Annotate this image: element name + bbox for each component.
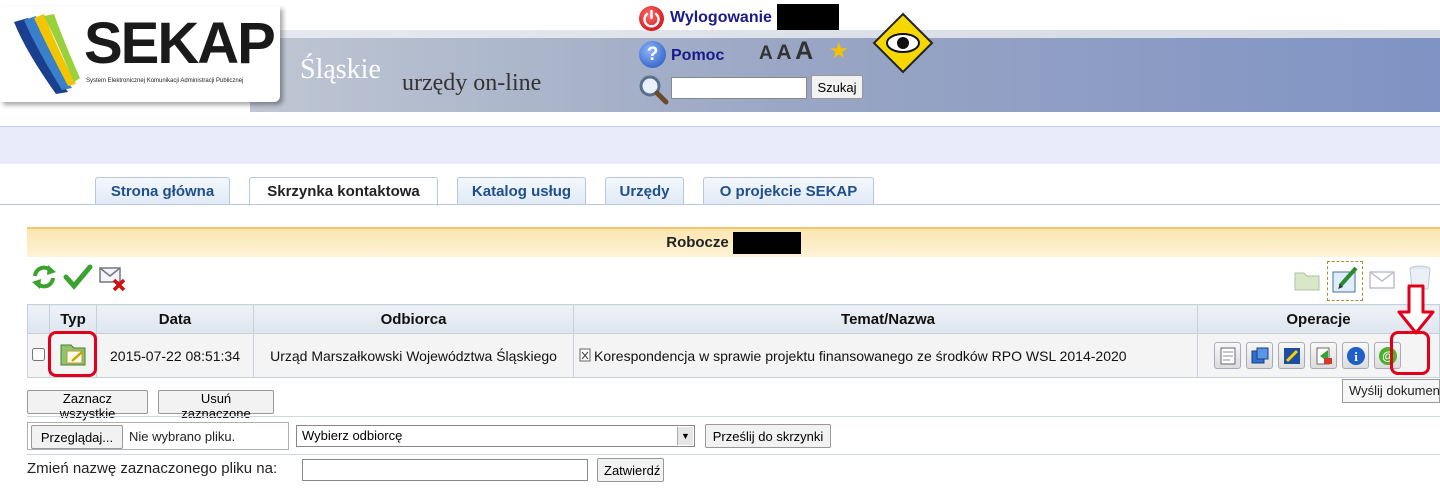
table-row[interactable]: 2015-07-22 08:51:34 Urząd Marszałkowski …	[27, 333, 1440, 378]
row-date: 2015-07-22 08:51:34	[96, 333, 254, 378]
file-icon	[579, 348, 591, 361]
divider	[27, 454, 1440, 455]
file-status: Nie wybrano pliku.	[129, 429, 236, 444]
sekap-logo[interactable]: SEKAP System Elektronicznej Komunikacji …	[0, 6, 280, 102]
type-icon-highlight	[48, 331, 97, 377]
tab-home[interactable]: Strona główna	[95, 177, 230, 205]
windows-icon	[1251, 347, 1269, 364]
preview-icon	[1220, 347, 1236, 365]
logo-subtitle: System Elektronicznej Komunikacji Admini…	[86, 78, 244, 84]
rename-label: Zmień nazwę zaznaczonego pliku na:	[27, 460, 278, 477]
font-size-medium-button[interactable]: A	[776, 41, 791, 64]
logo-text: SEKAP	[84, 11, 276, 76]
nav-strip	[0, 126, 1440, 164]
divider	[27, 416, 1440, 417]
recipient-select[interactable]: Wybierz odbiorcę ▼	[296, 425, 695, 447]
recipient-select-value: Wybierz odbiorcę	[302, 428, 403, 443]
folder-title: Robocze	[666, 234, 729, 251]
arrow-down-icon	[1397, 284, 1435, 335]
edit-document-button[interactable]	[1327, 261, 1363, 301]
header-type[interactable]: Typ	[49, 304, 97, 334]
logo-mark-icon	[14, 14, 80, 94]
edit-document-icon	[1332, 266, 1358, 293]
browse-button[interactable]: Przeglądaj...	[31, 425, 123, 449]
star-icon[interactable]: ★	[829, 38, 849, 64]
row-checkbox-cell	[27, 333, 50, 378]
font-size-small-button[interactable]: A	[759, 43, 773, 64]
svg-text:i: i	[1354, 349, 1358, 364]
header-recipient[interactable]: Odbiorca	[253, 304, 574, 334]
font-size-controls: A A A	[759, 37, 813, 66]
info-icon: i	[1347, 347, 1365, 365]
power-icon[interactable]	[639, 6, 664, 31]
sign-button[interactable]	[1278, 342, 1305, 369]
forward-button[interactable]	[1310, 342, 1337, 369]
page-header: SEKAP System Elektronicznej Komunikacji …	[0, 0, 1440, 126]
send-button-highlight	[1390, 331, 1430, 375]
confirm-button[interactable]: Zatwierdź	[597, 458, 664, 482]
tab-offices[interactable]: Urzędy	[605, 177, 684, 205]
send-document-tooltip: Wyślij dokument	[1342, 379, 1440, 403]
brand-tagline: urzędy on-line	[402, 70, 542, 96]
tab-contact-box[interactable]: Skrzynka kontaktowa	[249, 177, 438, 206]
redacted-username	[732, 232, 801, 255]
help-icon[interactable]: ?	[639, 41, 666, 68]
envelope-icon[interactable]	[1367, 264, 1397, 294]
upload-to-box-button[interactable]: Prześlij do skrzynki	[705, 424, 831, 448]
tab-about-sekap[interactable]: O projekcie SEKAP	[703, 177, 874, 205]
redacted-username	[777, 4, 839, 30]
chevron-down-icon[interactable]: ▼	[677, 427, 693, 445]
documents-table: Typ Data Odbiorca Temat/Nazwa Operacje 2…	[27, 304, 1440, 378]
row-subject-cell[interactable]: Korespondencja w sprawie projektu finans…	[573, 333, 1198, 378]
logout-link[interactable]: Wylogowanie	[670, 9, 772, 27]
select-all-button[interactable]: Zaznacz wszystkie	[27, 390, 148, 421]
table-header-row: Typ Data Odbiorca Temat/Nazwa Operacje	[27, 304, 1440, 334]
search-input[interactable]	[671, 77, 807, 99]
high-contrast-icon[interactable]	[872, 12, 934, 74]
folder-title-bar: Robocze	[27, 229, 1440, 257]
sign-icon	[1284, 348, 1300, 364]
windows-button[interactable]	[1246, 342, 1273, 369]
row-subject[interactable]: Korespondencja w sprawie projektu finans…	[594, 348, 1127, 364]
font-size-large-button[interactable]: A	[795, 37, 813, 65]
header-subject[interactable]: Temat/Nazwa	[573, 304, 1198, 334]
refresh-icon[interactable]	[29, 262, 59, 292]
info-button[interactable]: i	[1342, 342, 1369, 369]
search-icon[interactable]	[637, 73, 669, 105]
main-tabs: Strona główna Skrzynka kontaktowa Katalo…	[0, 177, 1440, 206]
folder-icon[interactable]	[1292, 264, 1322, 294]
row-recipient: Urząd Marszałkowski Województwa Śląskieg…	[253, 333, 574, 378]
brand-region: Śląskie	[300, 54, 381, 85]
tabs-divider	[0, 204, 1440, 205]
tab-service-catalog[interactable]: Katalog usług	[457, 177, 586, 205]
rename-input[interactable]	[302, 459, 588, 481]
preview-button[interactable]	[1214, 342, 1241, 369]
header-checkbox-column	[27, 304, 50, 334]
search-button[interactable]: Szukaj	[811, 75, 863, 99]
row-checkbox[interactable]	[32, 347, 45, 361]
delete-mail-icon[interactable]	[97, 262, 127, 292]
header-date[interactable]: Data	[96, 304, 254, 334]
check-icon[interactable]	[63, 262, 93, 292]
forward-icon	[1316, 347, 1332, 365]
delete-selected-button[interactable]: Usuń zaznaczone	[158, 390, 274, 421]
help-link[interactable]: Pomoc	[671, 47, 724, 65]
